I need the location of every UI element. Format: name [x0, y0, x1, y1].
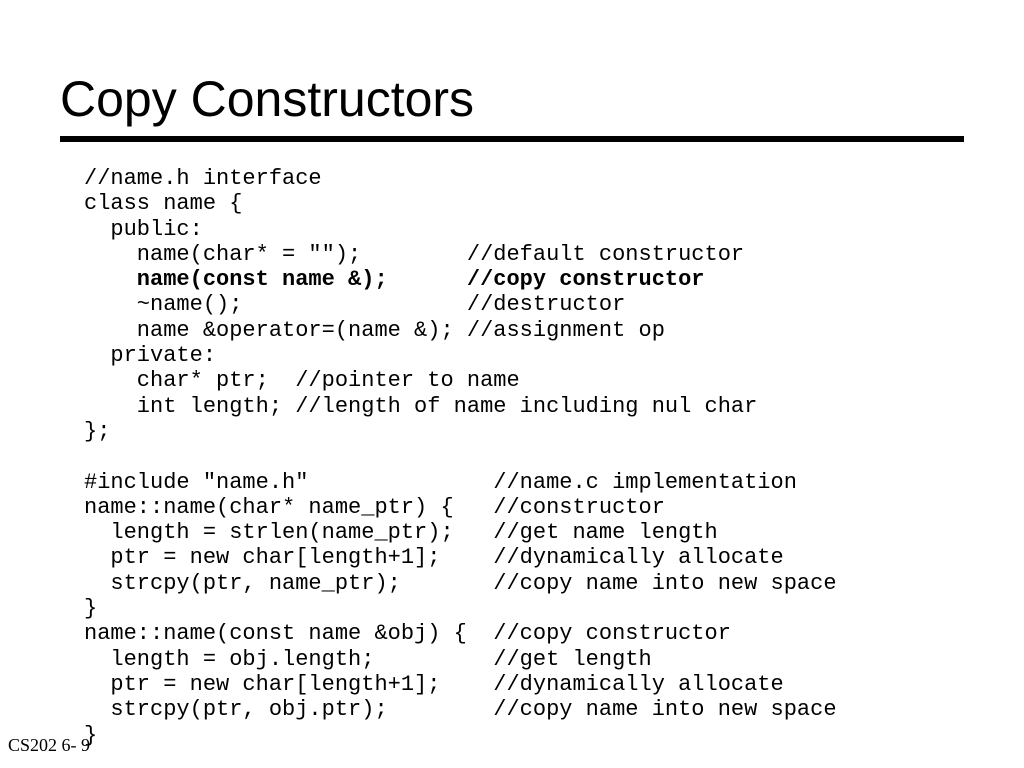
code-line: }: [84, 596, 97, 621]
code-line-bold: name(const name &);: [84, 267, 388, 292]
slide-footer: CS202 6- 9: [8, 735, 90, 756]
code-line: ptr = new char[length+1]; //dynamically …: [84, 545, 784, 570]
code-line: ptr = new char[length+1]; //dynamically …: [84, 672, 784, 697]
code-line: name &operator=(name &); //assignment op: [84, 318, 665, 343]
code-line: ~name(); //destructor: [84, 292, 625, 317]
code-line: length = obj.length; //get length: [84, 647, 652, 672]
slide-title: Copy Constructors: [60, 70, 964, 128]
code-line: name::name(char* name_ptr) { //construct…: [84, 495, 665, 520]
code-line: char* ptr; //pointer to name: [84, 368, 520, 393]
code-line: public:: [84, 217, 203, 242]
code-line: int length; //length of name including n…: [84, 394, 757, 419]
code-line: name(char* = ""); //default constructor: [84, 242, 744, 267]
code-line: private:: [84, 343, 216, 368]
title-rule: [60, 136, 964, 142]
code-line: #include "name.h" //name.c implementatio…: [84, 470, 797, 495]
code-line: length = strlen(name_ptr); //get name le…: [84, 520, 718, 545]
code-line: name::name(const name &obj) { //copy con…: [84, 621, 731, 646]
code-line: strcpy(ptr, name_ptr); //copy name into …: [84, 571, 837, 596]
code-line: class name {: [84, 191, 242, 216]
code-line: strcpy(ptr, obj.ptr); //copy name into n…: [84, 697, 837, 722]
slide: Copy Constructors //name.h interface cla…: [0, 0, 1024, 748]
code-line: //name.h interface: [84, 166, 322, 191]
code-block: //name.h interface class name { public: …: [84, 166, 964, 748]
code-line-bold: //copy constructor: [388, 267, 705, 292]
code-line: };: [84, 419, 110, 444]
